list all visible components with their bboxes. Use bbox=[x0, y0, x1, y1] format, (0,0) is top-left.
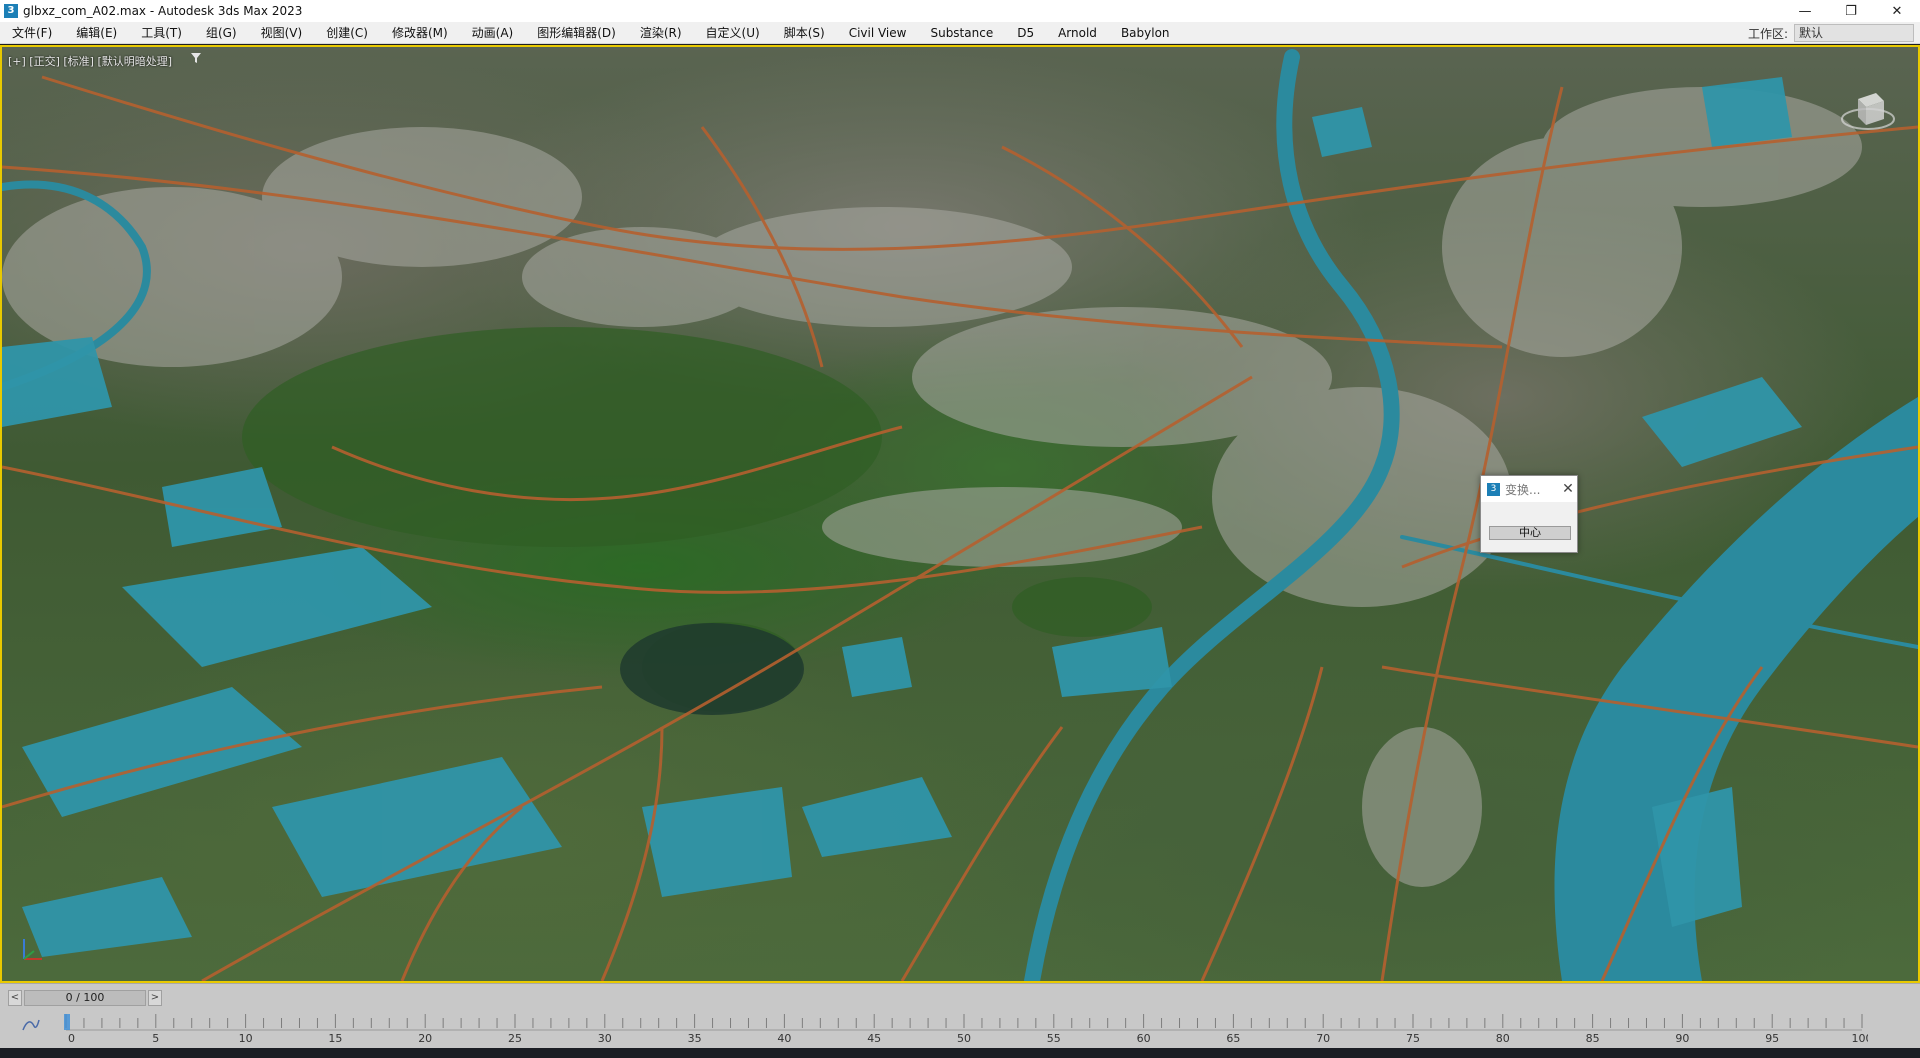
frame-tick-label: 70 bbox=[1316, 1032, 1330, 1044]
menu-babylon[interactable]: Babylon bbox=[1109, 22, 1182, 44]
taskbar bbox=[0, 1048, 1920, 1058]
workspace-dropdown[interactable]: 默认 bbox=[1794, 24, 1914, 42]
menu-graph-editors[interactable]: 图形编辑器(D) bbox=[525, 22, 628, 44]
filter-icon[interactable] bbox=[190, 52, 202, 64]
menu-rendering[interactable]: 渲染(R) bbox=[628, 22, 694, 44]
window-controls: — ❐ ✕ bbox=[1782, 0, 1920, 22]
axis-tripod-icon bbox=[23, 939, 42, 960]
transform-dialog: 3 变换... ✕ 中心 bbox=[1480, 475, 1578, 553]
frame-tick-label: 50 bbox=[957, 1032, 971, 1044]
menu-customize[interactable]: 自定义(U) bbox=[694, 22, 772, 44]
menu-scripting[interactable]: 脚本(S) bbox=[772, 22, 837, 44]
prev-frame-button[interactable]: < bbox=[8, 990, 22, 1006]
menu-group[interactable]: 组(G) bbox=[194, 22, 249, 44]
next-frame-button[interactable]: > bbox=[148, 990, 162, 1006]
frame-tick-label: 85 bbox=[1586, 1032, 1600, 1044]
menu-views[interactable]: 视图(V) bbox=[249, 22, 315, 44]
menu-edit[interactable]: 编辑(E) bbox=[64, 22, 129, 44]
frame-tick-label: 100 bbox=[1852, 1032, 1869, 1044]
restore-button[interactable]: ❐ bbox=[1828, 0, 1874, 22]
frame-tick-label: 20 bbox=[418, 1032, 432, 1044]
menu-civil-view[interactable]: Civil View bbox=[837, 22, 919, 44]
frame-tick-label: 65 bbox=[1226, 1032, 1240, 1044]
menu-modifiers[interactable]: 修改器(M) bbox=[380, 22, 460, 44]
window-title: glbxz_com_A02.max - Autodesk 3ds Max 202… bbox=[23, 4, 303, 18]
frame-tick-label: 35 bbox=[688, 1032, 702, 1044]
frame-tick-label: 40 bbox=[777, 1032, 791, 1044]
menu-d5[interactable]: D5 bbox=[1005, 22, 1046, 44]
app-icon: 3 bbox=[4, 4, 18, 18]
frame-tick-label: 80 bbox=[1496, 1032, 1510, 1044]
frame-tick-label: 90 bbox=[1675, 1032, 1689, 1044]
dialog-title: 变换... bbox=[1505, 482, 1541, 497]
frame-tick-label: 95 bbox=[1765, 1032, 1779, 1044]
close-button[interactable]: ✕ bbox=[1874, 0, 1920, 22]
menu-create[interactable]: 创建(C) bbox=[314, 22, 380, 44]
track-bar[interactable]: 0 5 10 15 20 25 30 35 40 45 50 55 60 65 70 75 80 85 90 95 10… bbox=[62, 1012, 1868, 1044]
frame-tick-label: 5 bbox=[152, 1032, 159, 1044]
curve-editor-icon[interactable] bbox=[22, 1018, 40, 1032]
frame-tick-label: 75 bbox=[1406, 1032, 1420, 1044]
dialog-header[interactable]: 3 变换... ✕ bbox=[1481, 476, 1577, 502]
app-icon: 3 bbox=[1487, 482, 1500, 496]
perspective-viewport[interactable]: [+] [正交] [标准] [默认明暗处理] 3 变换... ✕ 中心 bbox=[0, 45, 1920, 983]
menu-tools[interactable]: 工具(T) bbox=[129, 22, 194, 44]
menu-substance[interactable]: Substance bbox=[918, 22, 1005, 44]
frame-tick-label: 45 bbox=[867, 1032, 881, 1044]
frame-tick-label: 55 bbox=[1047, 1032, 1061, 1044]
workspace-selector: 工作区: 默认 bbox=[1748, 24, 1914, 42]
menu-file[interactable]: 文件(F) bbox=[0, 22, 64, 44]
minimize-button[interactable]: — bbox=[1782, 0, 1828, 22]
frame-tick-label: 25 bbox=[508, 1032, 522, 1044]
menu-bar: 文件(F) 编辑(E) 工具(T) 组(G) 视图(V) 创建(C) 修改器(M… bbox=[0, 22, 1920, 44]
menu-animation[interactable]: 动画(A) bbox=[460, 22, 526, 44]
frame-tick-label: 10 bbox=[239, 1032, 253, 1044]
city-terrain-scene bbox=[2, 49, 1918, 981]
dialog-close-button[interactable]: ✕ bbox=[1559, 481, 1577, 497]
frame-tick-label: 60 bbox=[1137, 1032, 1151, 1044]
viewport-label[interactable]: [+] [正交] [标准] [默认明暗处理] bbox=[8, 53, 172, 69]
menu-arnold[interactable]: Arnold bbox=[1046, 22, 1109, 44]
frame-tick-label: 30 bbox=[598, 1032, 612, 1044]
frame-tick-label: 0 bbox=[68, 1032, 75, 1044]
frame-tick-label: 15 bbox=[328, 1032, 342, 1044]
viewcube-icon[interactable] bbox=[1840, 83, 1896, 139]
title-bar: 3 glbxz_com_A02.max - Autodesk 3ds Max 2… bbox=[0, 0, 1920, 22]
frame-counter[interactable]: 0 / 100 bbox=[24, 990, 146, 1006]
current-frame-marker bbox=[64, 1014, 70, 1030]
time-panel: < 0 / 100 > 0 5 10 15 20 25 30 35 40 45 50 55 60 65 70… bbox=[0, 983, 1920, 1048]
center-button[interactable]: 中心 bbox=[1489, 526, 1571, 540]
workspace-label: 工作区: bbox=[1747, 26, 1788, 41]
time-slider: < 0 / 100 > bbox=[8, 990, 162, 1006]
